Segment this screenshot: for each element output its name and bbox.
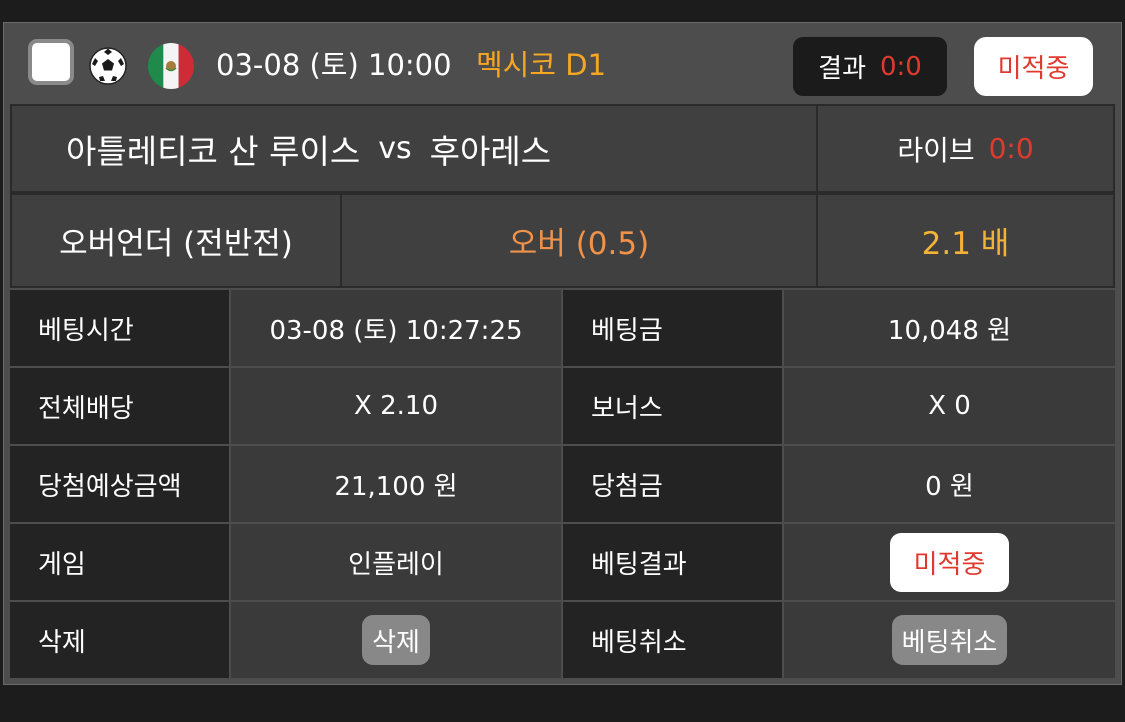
bet-time-label: 베팅시간	[10, 290, 229, 366]
cancel-bet-cell: 베팅취소	[784, 602, 1115, 678]
result-score: 0:0	[880, 51, 922, 82]
live-cell: 라이브 0:0	[816, 104, 1115, 193]
pick-odds: 2.1 배	[816, 193, 1115, 288]
home-team: 아틀레티코 산 루이스	[66, 131, 361, 171]
expected-win-label: 당첨예상금액	[10, 446, 229, 522]
details-row: 삭제 삭제 베팅취소 베팅취소	[10, 602, 1115, 678]
selection-row: 오버언더 (전반전) 오버 (0.5) 2.1 배	[10, 193, 1115, 288]
bet-result-cell: 미적중	[784, 524, 1115, 600]
mexico-flag-icon	[148, 43, 194, 89]
select-checkbox[interactable]	[28, 39, 74, 85]
bet-amount-value: 10,048 원	[784, 290, 1115, 366]
game-value: 인플레이	[231, 524, 561, 600]
bonus-label: 보너스	[563, 368, 782, 444]
game-label: 게임	[10, 524, 229, 600]
market-name: 오버언더 (전반전)	[10, 193, 342, 288]
bet-result-badge: 미적중	[890, 532, 1009, 592]
winnings-label: 당첨금	[563, 446, 782, 522]
soccer-ball-icon	[89, 47, 127, 85]
pick-name: 오버 (0.5)	[340, 193, 818, 288]
bet-details-grid: 베팅시간 03-08 (토) 10:27:25 베팅금 10,048 원 전체배…	[10, 290, 1115, 680]
status-badge: 미적중	[974, 37, 1093, 96]
bet-amount-label: 베팅금	[563, 290, 782, 366]
result-label: 결과	[818, 54, 866, 84]
bonus-value: X 0	[784, 368, 1115, 444]
total-odds-label: 전체배당	[10, 368, 229, 444]
total-odds-value: X 2.10	[231, 368, 561, 444]
cancel-bet-button[interactable]: 베팅취소	[891, 615, 1008, 665]
live-label: 라이브	[897, 133, 975, 167]
bet-result-label: 베팅결과	[563, 524, 782, 600]
delete-cell: 삭제	[231, 602, 561, 678]
vs-label: vs	[378, 131, 412, 166]
delete-button[interactable]: 삭제	[362, 615, 430, 665]
match-datetime: 03-08 (토) 10:00	[216, 48, 452, 82]
details-row: 당첨예상금액 21,100 원 당첨금 0 원	[10, 446, 1115, 522]
result-badge: 결과 0:0	[793, 37, 947, 96]
match-row: 아틀레티코 산 루이스 vs 후아레스 라이브 0:0	[10, 104, 1115, 193]
delete-label: 삭제	[10, 602, 229, 678]
teams-cell: 아틀레티코 산 루이스 vs 후아레스	[10, 104, 818, 193]
details-row: 베팅시간 03-08 (토) 10:27:25 베팅금 10,048 원	[10, 290, 1115, 366]
winnings-value: 0 원	[784, 446, 1115, 522]
bet-time-value: 03-08 (토) 10:27:25	[231, 290, 561, 366]
away-team: 후아레스	[429, 131, 552, 171]
bet-header: 03-08 (토) 10:00 멕시코 D1 결과 0:0 미적중	[4, 23, 1121, 104]
details-row: 전체배당 X 2.10 보너스 X 0	[10, 368, 1115, 444]
bet-history-card: 03-08 (토) 10:00 멕시코 D1 결과 0:0 미적중 아틀레티코 …	[3, 22, 1122, 685]
league-name: 멕시코 D1	[476, 48, 607, 82]
expected-win-value: 21,100 원	[231, 446, 561, 522]
cancel-bet-label: 베팅취소	[563, 602, 782, 678]
live-score: 0:0	[988, 132, 1034, 165]
details-row: 게임 인플레이 베팅결과 미적중	[10, 524, 1115, 600]
